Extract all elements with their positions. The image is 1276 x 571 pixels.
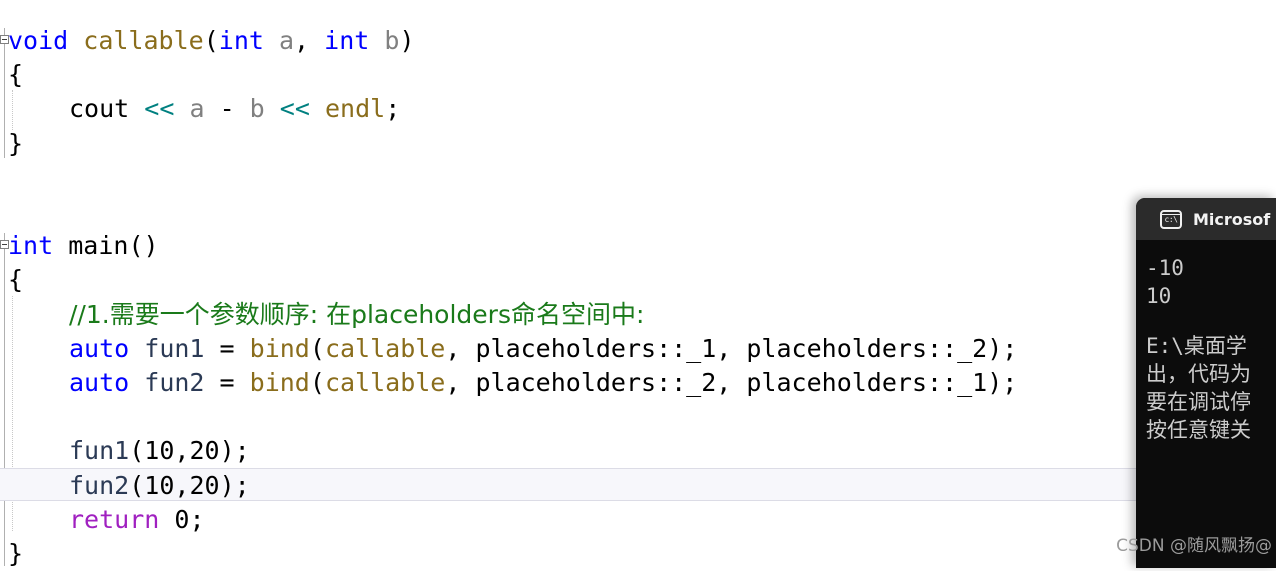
code-token: main [68, 231, 129, 261]
code-token: a [189, 94, 205, 124]
code-token: callable [83, 26, 204, 55]
command-prompt-icon: c:\ [1160, 209, 1182, 229]
code-token: 10 [144, 470, 175, 500]
code-token: 10 [144, 436, 175, 466]
code-line[interactable]: cout << a - b << endl; [69, 92, 1269, 126]
console-line: 要在调试停 [1146, 390, 1251, 414]
code-line[interactable]: } [8, 537, 1208, 571]
code-token: ( [129, 470, 145, 500]
code-token: ) [399, 26, 415, 55]
code-token: endl [324, 94, 386, 124]
code-token: = [204, 333, 250, 363]
code-line[interactable]: int main() [8, 229, 1208, 263]
code-token: ( [309, 333, 325, 363]
console-line: E:\桌面学 [1146, 334, 1247, 358]
code-line[interactable]: return 0; [69, 503, 1269, 537]
console-window[interactable]: c:\ Microsof -10 10 E:\桌面学 出，代码为要在调试停按任意键关 [1136, 198, 1276, 568]
code-token: , [174, 436, 190, 466]
code-line[interactable]: } [8, 127, 1208, 161]
code-token: a [278, 26, 295, 55]
code-token: fun1 [69, 436, 130, 466]
code-token: cout [69, 94, 130, 124]
code-token: bind [249, 333, 310, 363]
code-token: b [384, 26, 400, 55]
code-token: int [218, 26, 264, 55]
code-token: 20 [189, 436, 220, 466]
console-titlebar[interactable]: c:\ Microsof [1136, 198, 1276, 240]
code-token: auto [69, 333, 130, 363]
code-token: auto [69, 368, 130, 397]
console-line: -10 [1146, 256, 1184, 280]
code-token: } [8, 539, 24, 568]
code-token: { [8, 265, 24, 295]
code-line[interactable]: void callable(int a, int b) [8, 24, 1208, 58]
console-line: 10 [1146, 284, 1172, 308]
code-token: void [8, 26, 69, 55]
fold-rule-callable [4, 28, 5, 158]
code-token: callable [324, 333, 446, 363]
code-token: } [8, 128, 24, 158]
indent-guide [12, 90, 13, 130]
console-output: -10 10 E:\桌面学 出，代码为要在调试停按任意键关 [1136, 240, 1276, 444]
code-token: << [144, 94, 175, 124]
code-token: ); [219, 436, 250, 466]
code-token: //1.需要一个参数顺序: 在placeholders命名空间中: [69, 299, 645, 329]
code-token: , [294, 26, 325, 55]
code-line[interactable]: fun2(10,20); [69, 469, 1269, 503]
code-token: bind [249, 368, 310, 397]
code-token: { [8, 60, 24, 90]
code-editor-surface[interactable]: void callable(int a, int b){cout << a - … [0, 0, 1276, 568]
code-token: , placeholders::_1, placeholders::_2); [445, 333, 1018, 363]
console-line: 按任意键关 [1146, 418, 1251, 442]
code-line[interactable] [8, 161, 1208, 195]
code-line[interactable] [8, 195, 1208, 229]
code-line[interactable]: { [8, 58, 1208, 92]
console-title: Microsof [1193, 209, 1271, 229]
code-token: ; [189, 504, 205, 534]
csdn-watermark: CSDN @随风飘扬@ [1116, 536, 1272, 556]
code-line[interactable]: { [8, 263, 1208, 297]
code-token: 0 [174, 504, 190, 534]
code-token: fun2 [69, 470, 130, 500]
code-token: ( [129, 436, 145, 466]
code-token: fun1 [144, 333, 205, 363]
code-line[interactable]: fun1(10,20); [69, 434, 1269, 468]
console-line: 出，代码为 [1146, 362, 1251, 386]
code-token: = [204, 368, 250, 397]
code-token: callable [324, 368, 446, 397]
code-token: int [8, 231, 54, 261]
code-token: int [324, 26, 370, 55]
code-line[interactable] [69, 400, 1269, 434]
code-token: fun2 [144, 368, 205, 397]
code-token: return [69, 504, 160, 534]
code-token: ); [219, 470, 250, 500]
code-token: () [128, 231, 159, 261]
code-token: 20 [189, 470, 220, 500]
code-token: ; [385, 94, 401, 124]
fold-rule-main [4, 233, 5, 566]
code-line[interactable]: //1.需要一个参数顺序: 在placeholders命名空间中: [69, 298, 1269, 332]
code-line[interactable]: auto fun2 = bind(callable, placeholders:… [69, 366, 1269, 400]
code-token: - [204, 94, 250, 124]
code-token: << [279, 94, 310, 124]
command-prompt-icon-glyph: c:\ [1164, 215, 1178, 224]
code-line[interactable]: auto fun1 = bind(callable, placeholders:… [69, 332, 1269, 366]
code-token: , placeholders::_2, placeholders::_1); [445, 368, 1018, 397]
code-token: ( [203, 26, 219, 55]
code-token: , [174, 470, 190, 500]
code-token: ( [309, 368, 325, 397]
code-token: b [249, 94, 265, 124]
